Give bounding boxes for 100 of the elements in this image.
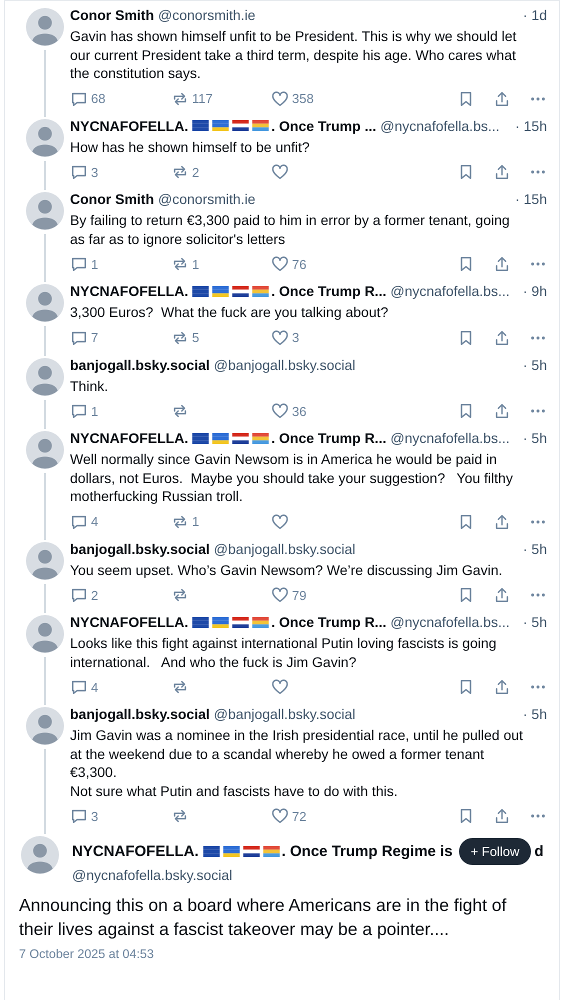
flag-icon: [212, 286, 230, 296]
follow-button[interactable]: + Follow: [458, 838, 532, 865]
heart-icon: [271, 90, 289, 108]
flag-icon: [192, 616, 210, 628]
flag-icon: [212, 120, 230, 131]
share-icon[interactable]: [493, 163, 511, 181]
like-button[interactable]: 79: [271, 586, 361, 604]
post-time: · 15h: [515, 116, 547, 134]
post-text: Looks like this fight against international Putin loving fascists is going international. And who the fuck is Jim Gavin?: [70, 634, 498, 671]
flag-icon: [232, 120, 250, 131]
author-handle[interactable]: @nycnafofella.bs...: [390, 282, 510, 300]
share-icon[interactable]: [493, 586, 511, 604]
author-name[interactable]: banjogall.bsky.social: [70, 705, 210, 723]
author-name[interactable]: . Once Trump R...: [271, 429, 386, 447]
avatar[interactable]: [26, 615, 64, 653]
author-handle[interactable]: @nycnafofella.bs...: [380, 116, 500, 134]
author-name[interactable]: . Once Trump ...: [271, 116, 376, 134]
author-name[interactable]: banjogall.bsky.social: [70, 356, 210, 374]
like-button[interactable]: 36: [271, 402, 361, 420]
author-handle[interactable]: @nycnafofella.bs...: [390, 429, 510, 447]
share-icon[interactable]: [493, 807, 511, 825]
comment-icon: [70, 163, 88, 181]
reply-button[interactable]: 2: [70, 586, 171, 604]
author-handle[interactable]: @banjogall.bsky.social: [214, 540, 356, 558]
comment-icon: [70, 678, 88, 696]
avatar[interactable]: [21, 836, 59, 874]
author-name[interactable]: NYCNAFOFELLA.: [70, 116, 188, 134]
heart-icon: [271, 586, 289, 604]
repost-button[interactable]: 5: [171, 328, 271, 346]
reply-button[interactable]: 3: [70, 163, 171, 181]
author-name[interactable]: Conor Smith: [70, 6, 154, 24]
post-text: Well normally since Gavin Newsom is in America he would be paid in dollars, not Euros. Maybe you should take your suggestion? You filthy motherfucking Russian troll.: [70, 450, 514, 506]
share-icon[interactable]: [493, 328, 511, 346]
repost-button[interactable]: 1: [171, 255, 271, 273]
like-button[interactable]: 76: [271, 255, 361, 273]
author-name[interactable]: . Once Trump Regime is: [282, 842, 453, 862]
flag-icon: [202, 846, 220, 857]
heart-icon: [271, 678, 289, 696]
author-name[interactable]: NYCNAFOFELLA.: [70, 613, 188, 631]
repost-icon: [171, 402, 189, 420]
share-icon[interactable]: [493, 678, 511, 696]
author-handle[interactable]: @nycnafofella.bs...: [390, 613, 510, 631]
flag-icon: [252, 616, 270, 628]
avatar[interactable]: [26, 192, 64, 230]
avatar[interactable]: [26, 707, 64, 745]
flag-icon: [232, 616, 250, 628]
author-name[interactable]: . Once Trump R...: [271, 613, 386, 631]
avatar[interactable]: [26, 284, 64, 322]
post-text: You seem upset. Who’s Gavin Newsom? We’re discussing Jim Gavin.: [70, 560, 504, 579]
author-name[interactable]: NYCNAFOFELLA.: [70, 282, 188, 300]
comment-icon: [70, 807, 88, 825]
flag-icon: [252, 286, 270, 296]
post-date: 7 October 2025 at 04:53: [19, 947, 155, 961]
share-icon[interactable]: [493, 255, 511, 273]
reply-button[interactable]: 3: [70, 807, 171, 825]
post-time: · 9h: [522, 282, 547, 300]
repost-icon: [171, 255, 189, 273]
author-name[interactable]: NYCNAFOFELLA.: [72, 842, 199, 862]
comment-icon: [70, 402, 88, 420]
flag-icon: [192, 286, 210, 296]
reply-button[interactable]: 4: [70, 678, 171, 696]
avatar[interactable]: [26, 118, 64, 156]
repost-button[interactable]: 2: [171, 163, 271, 181]
post-time: · 5h: [522, 356, 547, 374]
avatar[interactable]: [26, 8, 64, 46]
reply-button[interactable]: 4: [70, 512, 171, 530]
like-button[interactable]: 3: [271, 328, 361, 346]
flag-icon: [212, 432, 230, 444]
post-text: Gavin has shown himself unfit to be President. This is why we should let our current President take a third term, despite his age. Who cares what the constitution says.: [70, 27, 518, 82]
post-text: Announcing this on a board where Americans are in the fight of their lives against a fascist takeover may be a pointer....: [19, 894, 508, 941]
author-name[interactable]: . Once Trump R...: [271, 282, 386, 300]
heart-icon: [271, 402, 289, 420]
heart-icon: [271, 512, 289, 530]
share-icon[interactable]: [493, 512, 511, 530]
author-handle[interactable]: @conorsmith.ie: [158, 6, 256, 24]
like-button[interactable]: 72: [271, 807, 361, 825]
comment-icon: [70, 586, 88, 604]
like-button[interactable]: 358: [271, 90, 361, 108]
reply-button[interactable]: 7: [70, 328, 171, 346]
author-handle[interactable]: @banjogall.bsky.social: [214, 705, 356, 723]
reply-button[interactable]: 68: [70, 90, 171, 108]
reply-button[interactable]: 1: [70, 402, 171, 420]
avatar[interactable]: [26, 358, 64, 396]
author-name[interactable]: NYCNAFOFELLA.: [70, 429, 188, 447]
avatar[interactable]: [26, 542, 64, 580]
author-name[interactable]: d: [534, 842, 544, 862]
author-handle[interactable]: @conorsmith.ie: [158, 190, 256, 208]
author-handle[interactable]: @banjogall.bsky.social: [214, 356, 356, 374]
author-name[interactable]: banjogall.bsky.social: [70, 540, 210, 558]
author-name[interactable]: Conor Smith: [70, 190, 154, 208]
flag-icon: [232, 286, 250, 296]
reply-button[interactable]: 1: [70, 255, 171, 273]
avatar[interactable]: [26, 431, 64, 469]
share-icon[interactable]: [493, 402, 511, 420]
repost-button[interactable]: 1: [171, 512, 271, 530]
comment-icon: [70, 255, 88, 273]
share-icon[interactable]: [493, 90, 511, 108]
author-handle[interactable]: @nycnafofella.bsky.social: [72, 867, 232, 883]
repost-button[interactable]: 117: [171, 90, 271, 108]
flag-icon: [212, 616, 230, 628]
